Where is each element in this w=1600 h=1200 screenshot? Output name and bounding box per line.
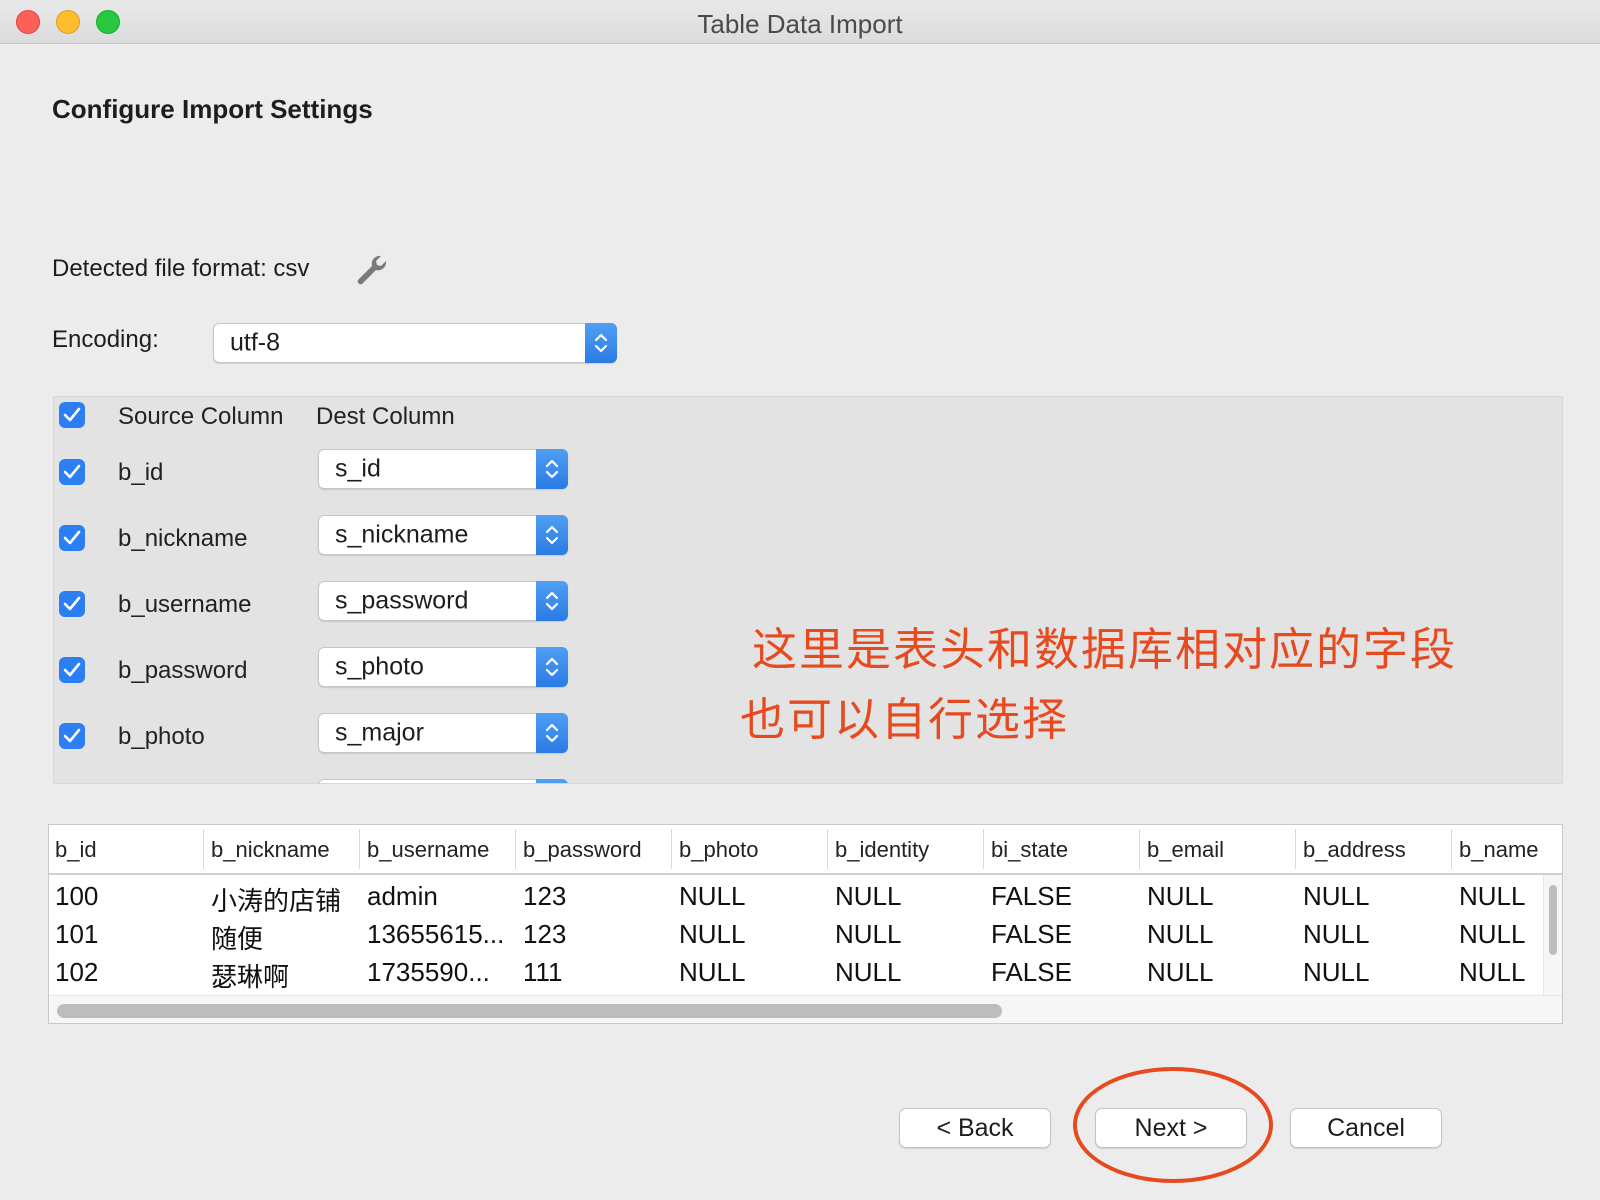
table-cell: NULL xyxy=(1147,881,1214,911)
table-cell: 123 xyxy=(523,881,567,911)
table-cell: 1735590... xyxy=(367,957,490,987)
table-header: b_id b_nickname b_username b_password b_… xyxy=(49,825,1562,875)
dest-column-select[interactable]: s_id xyxy=(318,449,568,489)
table-cell: NULL xyxy=(1459,919,1526,949)
table-cell: NULL xyxy=(1303,919,1370,949)
column-header[interactable]: b_id xyxy=(55,837,97,863)
source-column-name: b_photo xyxy=(118,723,205,750)
horizontal-scrollbar[interactable] xyxy=(49,995,1562,1023)
row-checkbox-b_id[interactable] xyxy=(59,459,85,485)
table-cell: admin xyxy=(367,881,438,911)
annotation-circle xyxy=(1073,1067,1273,1183)
dest-column-value: s_password xyxy=(335,586,469,615)
column-header[interactable]: b_username xyxy=(367,837,489,863)
encoding-select[interactable]: utf-8 xyxy=(213,323,617,363)
page-title: Configure Import Settings xyxy=(52,94,373,124)
chevron-updown-icon xyxy=(536,779,568,783)
table-cell: 随便 xyxy=(211,924,264,954)
source-column-header: Source Column xyxy=(118,403,284,430)
table-cell: FALSE xyxy=(991,919,1072,949)
vertical-scrollbar[interactable] xyxy=(1543,875,1562,995)
table-cell: NULL xyxy=(679,919,746,949)
dest-column-select[interactable]: s_password xyxy=(318,581,568,621)
encoding-label: Encoding: xyxy=(52,326,159,353)
dest-column-header: Dest Column xyxy=(316,403,455,430)
table-cell: NULL xyxy=(835,957,902,987)
dest-column-select[interactable]: s_major xyxy=(318,713,568,753)
column-header[interactable]: b_address xyxy=(1303,837,1406,863)
table-cell: NULL xyxy=(1303,881,1370,911)
source-column-name: b_password xyxy=(118,657,248,684)
dest-column-select[interactable]: s_photo xyxy=(318,647,568,687)
table-cell: NULL xyxy=(1459,957,1526,987)
title-bar: Table Data Import xyxy=(0,0,1600,44)
window-title: Table Data Import xyxy=(697,9,903,39)
table-cell: 小涛的店铺 xyxy=(211,886,342,916)
source-column-name: b_id xyxy=(118,459,164,486)
dest-column-select[interactable]: s_nickname xyxy=(318,515,568,555)
table-cell: NULL xyxy=(1459,881,1526,911)
column-header[interactable]: b_identity xyxy=(835,837,929,863)
dest-column-value: s_id xyxy=(335,454,381,483)
column-header[interactable]: b_password xyxy=(523,837,642,863)
column-header[interactable]: b_name xyxy=(1459,837,1539,863)
table-cell: NULL xyxy=(1303,957,1370,987)
table-cell: 101 xyxy=(55,919,99,949)
chevron-updown-icon xyxy=(536,449,568,489)
source-column-name: b_nickname xyxy=(118,525,248,552)
dest-column-value: s_nickname xyxy=(335,520,469,549)
chevron-updown-icon xyxy=(536,713,568,753)
chevron-updown-icon xyxy=(536,515,568,555)
column-header[interactable]: bi_state xyxy=(991,837,1068,863)
annotation-line-1: 这里是表头和数据库相对应的字段 xyxy=(752,624,1458,675)
table-cell: NULL xyxy=(679,957,746,987)
column-header[interactable]: b_email xyxy=(1147,837,1224,863)
table-cell: FALSE xyxy=(991,881,1072,911)
select-all-checkbox[interactable] xyxy=(59,402,85,428)
row-checkbox-b_password[interactable] xyxy=(59,657,85,683)
source-column-name: b_username xyxy=(118,591,252,618)
table-cell: NULL xyxy=(1147,919,1214,949)
table-cell: NULL xyxy=(1147,957,1214,987)
row-checkbox-b_username[interactable] xyxy=(59,591,85,617)
table-cell: 13655615... xyxy=(367,919,505,949)
dest-column-value: s_major xyxy=(335,718,424,747)
table-cell: NULL xyxy=(835,919,902,949)
chevron-updown-icon xyxy=(585,323,617,363)
vertical-scroll-thumb[interactable] xyxy=(1549,885,1557,955)
back-button[interactable]: < Back xyxy=(899,1108,1051,1148)
table-cell: FALSE xyxy=(991,957,1072,987)
row-checkbox-b_photo[interactable] xyxy=(59,723,85,749)
horizontal-scroll-thumb[interactable] xyxy=(57,1004,1002,1018)
cancel-button[interactable]: Cancel xyxy=(1290,1108,1442,1148)
detected-format-label: Detected file format: csv xyxy=(52,255,310,282)
dest-column-select[interactable] xyxy=(318,779,568,783)
wrench-icon[interactable] xyxy=(352,250,392,290)
table-cell: 100 xyxy=(55,881,99,911)
column-mapping-panel: Source Column Dest Column b_id s_id b_ni… xyxy=(53,396,1563,784)
table-cell: 102 xyxy=(55,957,99,987)
column-header[interactable]: b_photo xyxy=(679,837,759,863)
annotation-line-2: 也可以自行选择 xyxy=(740,694,1070,745)
table-cell: 瑟琳啊 xyxy=(211,962,290,992)
table-cell: NULL xyxy=(679,881,746,911)
table-cell: 123 xyxy=(523,919,567,949)
encoding-value: utf-8 xyxy=(230,328,281,357)
row-checkbox-b_nickname[interactable] xyxy=(59,525,85,551)
table-cell: NULL xyxy=(835,881,902,911)
table-cell: 111 xyxy=(523,957,563,987)
chevron-updown-icon xyxy=(536,647,568,687)
preview-table[interactable]: b_id b_nickname b_username b_password b_… xyxy=(48,824,1563,1024)
dest-column-value: s_photo xyxy=(335,652,424,681)
chevron-updown-icon xyxy=(536,581,568,621)
column-header[interactable]: b_nickname xyxy=(211,837,330,863)
